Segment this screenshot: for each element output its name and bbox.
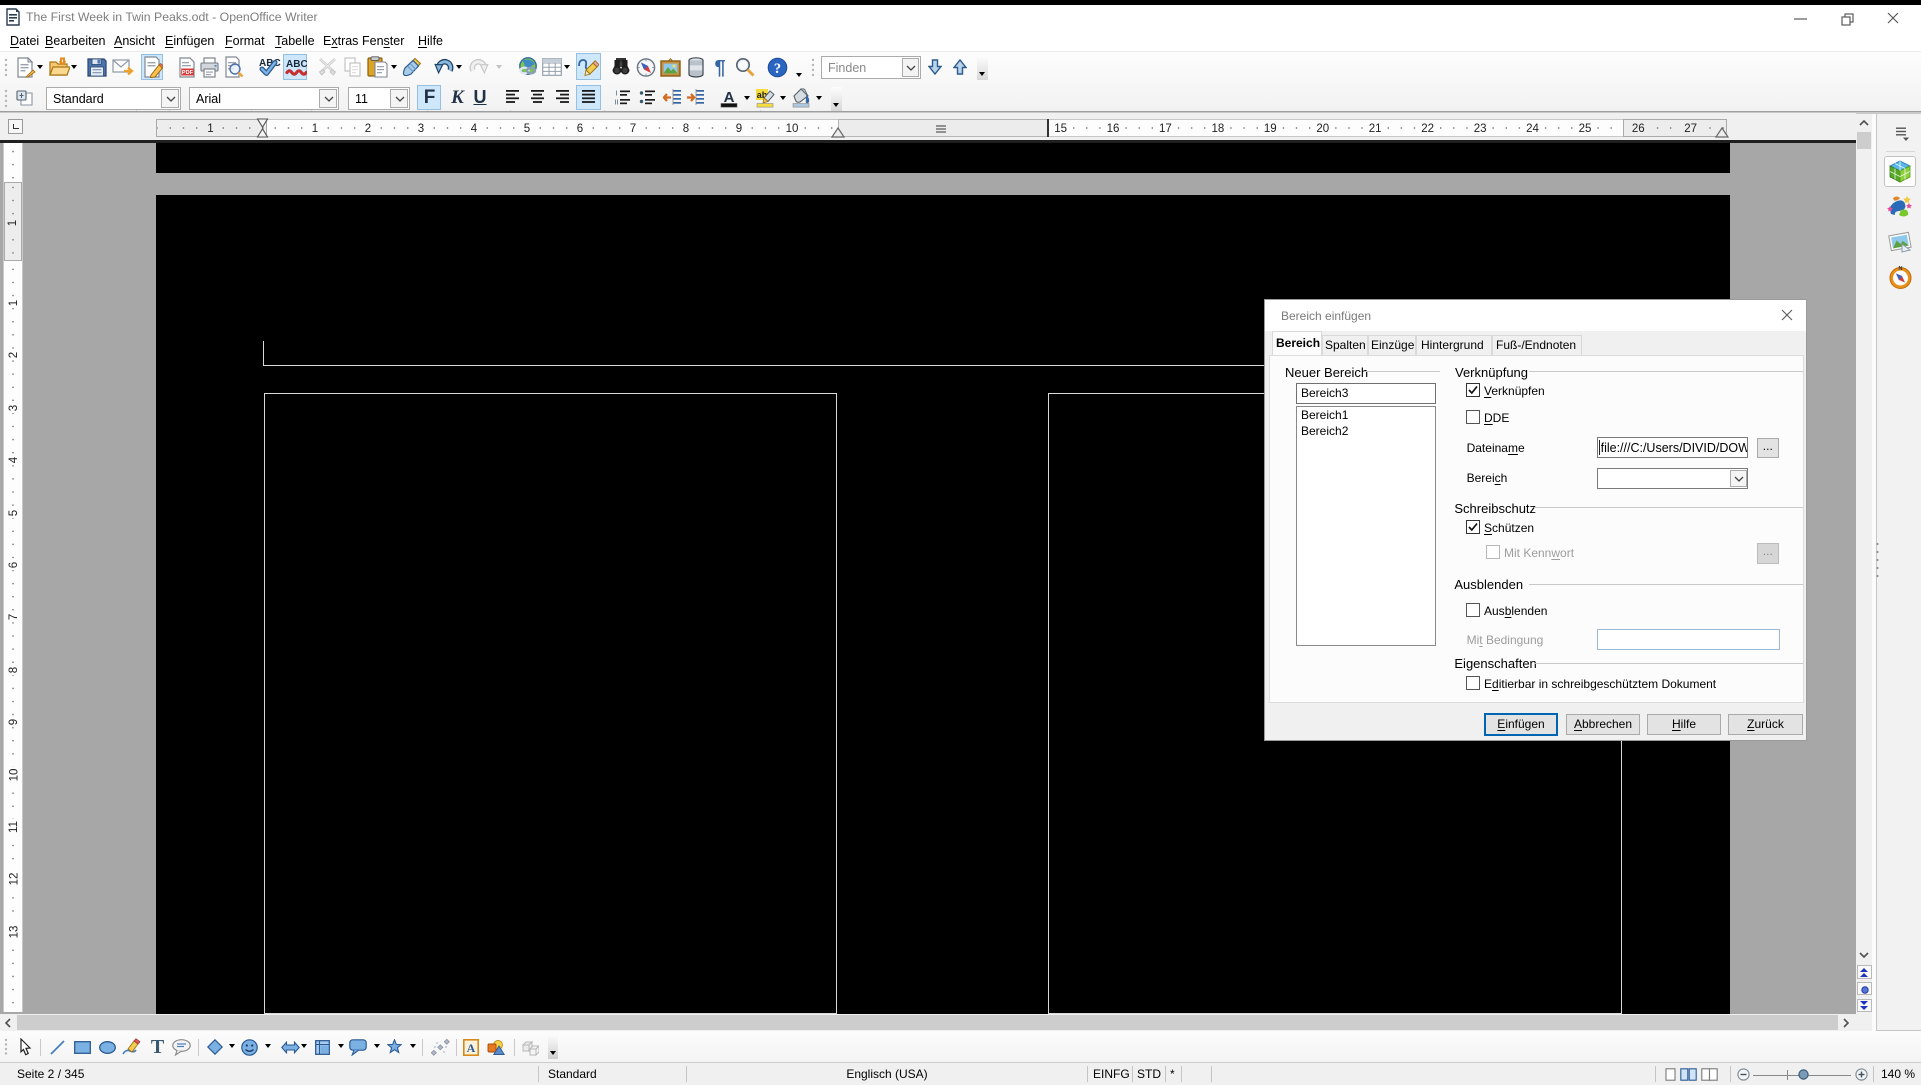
- svg-text:?: ?: [774, 61, 781, 77]
- svg-text:II: II: [615, 100, 619, 107]
- svg-text:PDF: PDF: [182, 70, 194, 76]
- svg-text:I: I: [616, 91, 618, 98]
- svg-text:A: A: [467, 1041, 476, 1055]
- svg-text:N: N: [1899, 266, 1903, 272]
- svg-text:ABC: ABC: [286, 59, 307, 70]
- svg-text:¶: ¶: [714, 57, 725, 78]
